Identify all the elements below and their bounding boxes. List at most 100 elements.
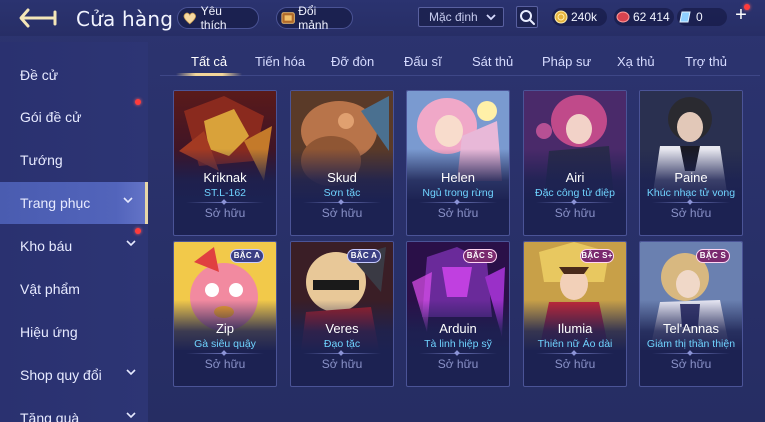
sidebar: Đề cử Gói đề cử Tướng Trang phục Kho báu… bbox=[0, 42, 148, 422]
search-icon bbox=[520, 10, 535, 25]
sidebar-item-gifts[interactable]: Tặng quà bbox=[0, 397, 148, 422]
tab-mage[interactable]: Pháp sư bbox=[542, 54, 591, 69]
tab-marksman[interactable]: Xạ thủ bbox=[617, 54, 655, 69]
skin-card-paine[interactable]: Paine Khúc nhạc tử vong Sở hữu bbox=[639, 90, 743, 236]
card-divider bbox=[419, 202, 497, 203]
coupon-gem-icon bbox=[616, 11, 630, 23]
sidebar-item-featured[interactable]: Đề cử bbox=[0, 54, 148, 96]
hero-name: Skud bbox=[327, 170, 357, 185]
skin-card-kriknak[interactable]: Kriknak ST.L-162 Sở hữu bbox=[173, 90, 277, 236]
sidebar-item-label: Kho báu bbox=[20, 238, 73, 254]
sidebar-item-label: Hiệu ứng bbox=[20, 324, 78, 340]
skin-card-helen[interactable]: Helen Ngủ trong rừng Sở hữu bbox=[406, 90, 510, 236]
skin-name: Đạo tặc bbox=[323, 338, 361, 350]
owned-status: Sở hữu bbox=[321, 206, 363, 220]
skin-card-ilumia[interactable]: BẬC S+ Ilumia Thiên nữ Áo dài Sở hữu bbox=[523, 241, 627, 387]
sidebar-item-featured-packs[interactable]: Gói đề cử bbox=[0, 96, 148, 138]
chevron-down-icon bbox=[126, 240, 136, 247]
owned-status: Sở hữu bbox=[437, 357, 479, 371]
coupon-balance: 62 414 bbox=[614, 8, 674, 26]
owned-status: Sở hữu bbox=[554, 206, 596, 220]
chevron-down-icon bbox=[123, 197, 133, 204]
voucher-amount: 0 bbox=[696, 10, 703, 24]
hero-name: Tel'Annas bbox=[663, 321, 719, 336]
card-divider bbox=[652, 202, 730, 203]
card-divider bbox=[303, 202, 381, 203]
favorites-label: Yêu thích bbox=[200, 4, 227, 32]
card-divider bbox=[186, 202, 264, 203]
voucher-icon bbox=[679, 11, 691, 23]
sidebar-item-effects[interactable]: Hiệu ứng bbox=[0, 311, 148, 353]
active-tab-indicator bbox=[176, 73, 242, 76]
owned-status: Sở hữu bbox=[321, 357, 363, 371]
sidebar-item-label: Vật phẩm bbox=[20, 281, 80, 297]
hero-name: Zip bbox=[215, 321, 235, 336]
card-divider bbox=[536, 353, 614, 354]
favorites-button[interactable]: Yêu thích bbox=[177, 4, 259, 32]
owned-status: Sở hữu bbox=[204, 357, 246, 371]
search-button[interactable] bbox=[516, 6, 538, 28]
skin-name: Tà linh hiệp sỹ bbox=[424, 338, 492, 350]
sidebar-item-exchange-shop[interactable]: Shop quy đổi bbox=[0, 354, 148, 396]
fragments-label: Đổi mảnh bbox=[298, 4, 329, 32]
hero-name: Kriknak bbox=[203, 170, 247, 185]
sidebar-item-treasure[interactable]: Kho báu bbox=[0, 225, 148, 267]
card-divider bbox=[652, 353, 730, 354]
card-divider bbox=[536, 202, 614, 203]
tier-badge: BẬC A bbox=[347, 249, 381, 263]
tab-tank[interactable]: Đỡ đòn bbox=[331, 54, 374, 69]
skin-name: Sơn tặc bbox=[323, 187, 361, 199]
sidebar-item-label: Tặng quà bbox=[20, 410, 80, 422]
category-tabs: Tất cả Tiến hóa Đỡ đòn Đấu sĩ Sát thủ Ph… bbox=[160, 48, 760, 76]
card-divider bbox=[303, 353, 381, 354]
sidebar-item-label: Trang phục bbox=[20, 195, 91, 211]
sidebar-item-label: Tướng bbox=[20, 152, 63, 168]
skin-name: Khúc nhạc tử vong bbox=[646, 187, 736, 199]
tab-assassin[interactable]: Sát thủ bbox=[472, 54, 513, 69]
card-divider bbox=[419, 353, 497, 354]
skin-card-telannas[interactable]: BẬC S Tel'Annas Giám thị thần thiện Sở h… bbox=[639, 241, 743, 387]
skin-card-airi[interactable]: Airi Đặc công tử điệp Sở hữu bbox=[523, 90, 627, 236]
tier-badge: BẬC S bbox=[463, 249, 497, 263]
card-divider bbox=[186, 353, 264, 354]
gold-coin-icon bbox=[554, 10, 568, 24]
fragment-chest-icon bbox=[281, 12, 295, 24]
back-arrow-icon bbox=[19, 8, 57, 28]
sidebar-item-items[interactable]: Vật phẩm bbox=[0, 268, 148, 310]
skin-name: Đặc công tử điệp bbox=[535, 187, 615, 199]
sidebar-item-label: Gói đề cử bbox=[20, 109, 82, 125]
tab-all[interactable]: Tất cả bbox=[191, 54, 227, 69]
skin-name: Giám thị thần thiện bbox=[646, 338, 736, 350]
skin-card-veres[interactable]: BẬC A Veres Đạo tặc Sở hữu bbox=[290, 241, 394, 387]
gold-amount: 240k bbox=[571, 10, 598, 24]
skin-card-zip[interactable]: BẬC A Zip Gà siêu quậy Sở hữu bbox=[173, 241, 277, 387]
notification-dot bbox=[744, 4, 750, 10]
hero-name: Airi bbox=[565, 170, 585, 185]
hero-name: Paine bbox=[674, 170, 708, 185]
owned-status: Sở hữu bbox=[554, 357, 596, 371]
tier-badge: BẬC S bbox=[696, 249, 730, 263]
owned-status: Sở hữu bbox=[437, 206, 479, 220]
tab-fighter[interactable]: Đấu sĩ bbox=[404, 54, 442, 69]
chevron-down-icon bbox=[126, 369, 136, 376]
hero-name: Arduin bbox=[439, 321, 477, 336]
owned-status: Sở hữu bbox=[670, 206, 712, 220]
sort-dropdown[interactable]: Mặc định bbox=[418, 7, 504, 27]
fragment-exchange-button[interactable]: Đổi mảnh bbox=[276, 4, 353, 32]
sidebar-item-skins[interactable]: Trang phục bbox=[0, 182, 148, 224]
skin-name: Thiên nữ Áo dài bbox=[537, 338, 613, 350]
tab-evolution[interactable]: Tiến hóa bbox=[255, 54, 305, 69]
tab-support[interactable]: Trợ thủ bbox=[685, 54, 727, 69]
top-bar: Cửa hàng Yêu thích Đổi mảnh Mặc định 240… bbox=[0, 0, 765, 36]
chevron-down-icon bbox=[486, 14, 496, 21]
back-button[interactable] bbox=[18, 7, 60, 29]
skin-card-arduin[interactable]: BẬC S Arduin Tà linh hiệp sỹ Sở hữu bbox=[406, 241, 510, 387]
sidebar-item-label: Đề cử bbox=[20, 67, 59, 83]
skin-name: Ngủ trong rừng bbox=[422, 187, 494, 199]
notification-dot bbox=[135, 228, 141, 234]
sidebar-item-label: Shop quy đổi bbox=[20, 367, 102, 383]
tier-badge: BẬC A bbox=[230, 249, 264, 263]
gold-balance: 240k bbox=[552, 8, 607, 26]
skin-card-skud[interactable]: Skud Sơn tặc Sở hữu bbox=[290, 90, 394, 236]
sidebar-item-heroes[interactable]: Tướng bbox=[0, 139, 148, 181]
